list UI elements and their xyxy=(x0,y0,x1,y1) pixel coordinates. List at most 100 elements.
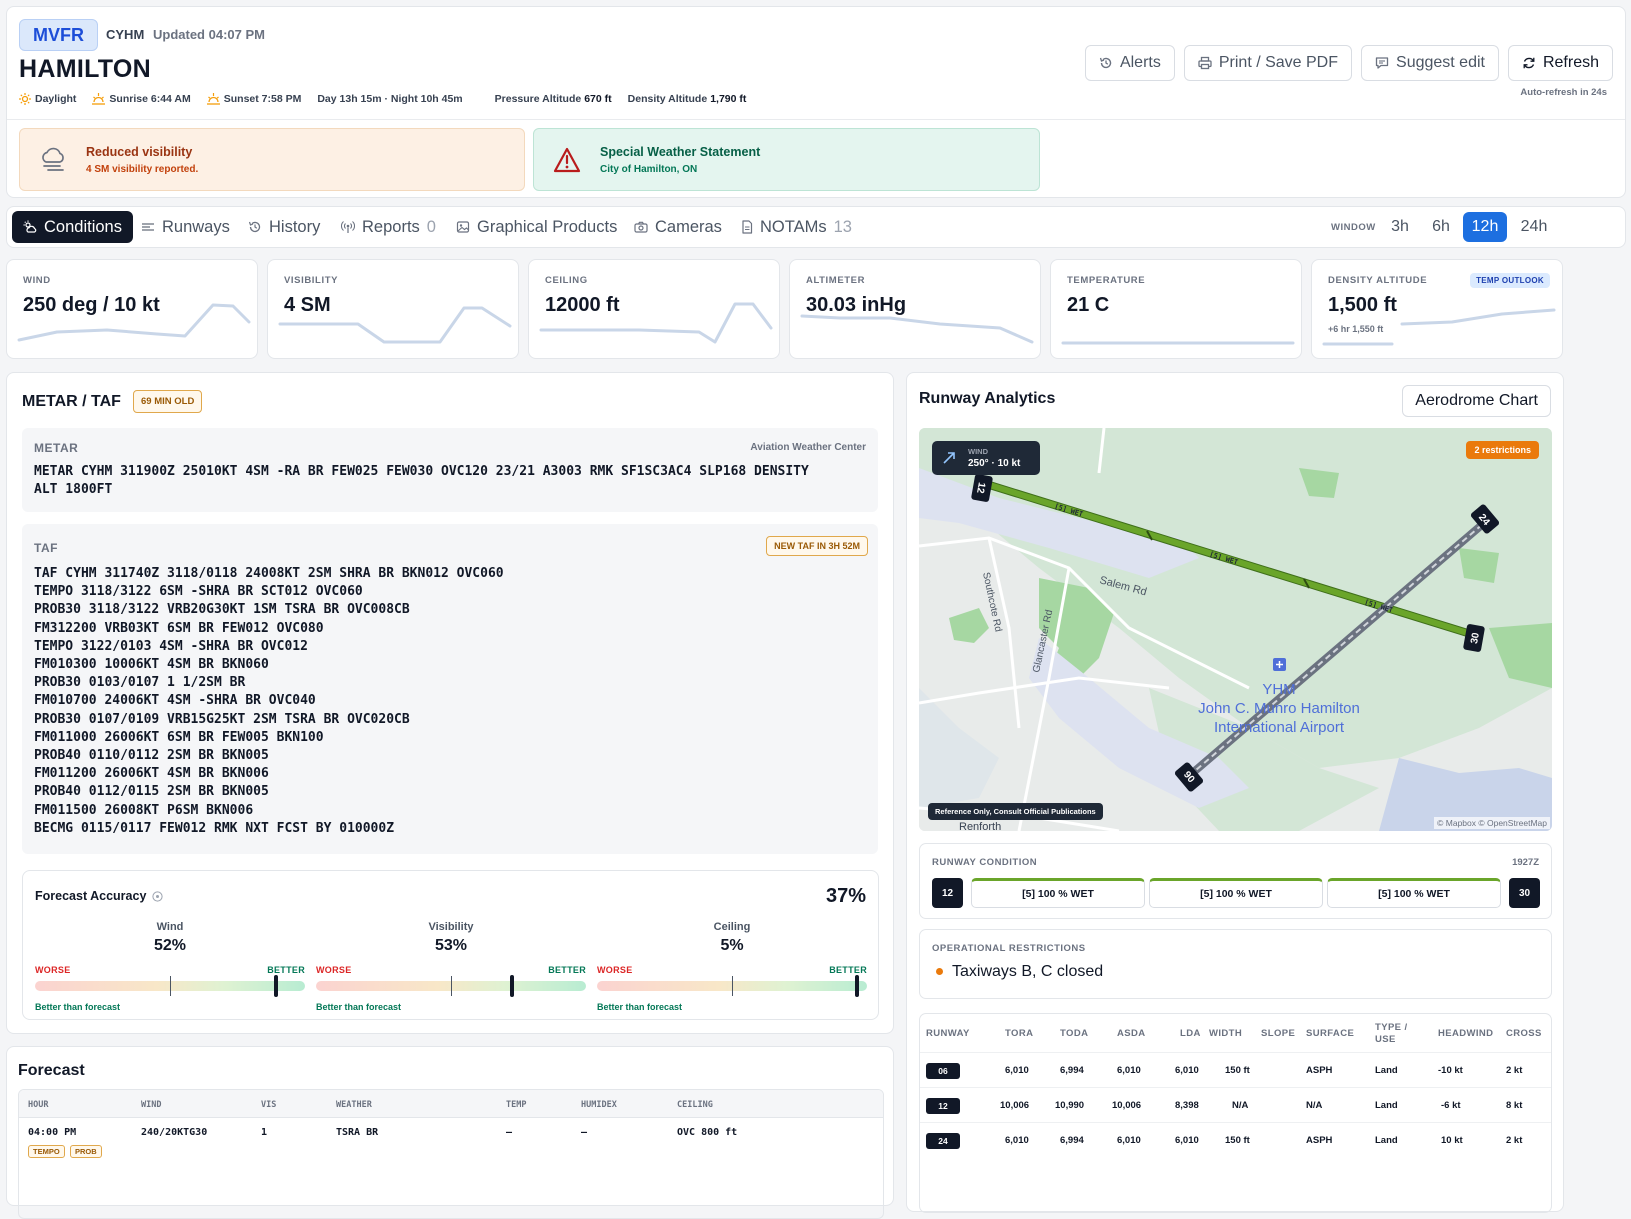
runway-analytics-panel: Runway Analytics Aerodrome Chart Salem R… xyxy=(906,372,1564,1213)
taf-label: TAF xyxy=(34,541,58,555)
airport-map[interactable]: Salem Rd Southcote Rd Glancaster Rd Renf… xyxy=(919,428,1552,831)
accuracy-marker xyxy=(510,975,515,997)
window-6h-button[interactable]: 6h xyxy=(1424,212,1458,242)
wind-indicator: WIND 250° · 10 kt xyxy=(932,441,1040,475)
taf-box: TAF NEW TAF IN 3H 52M TAF CYHM 311740Z 3… xyxy=(22,524,878,854)
column-header: HOUR xyxy=(28,1100,49,1110)
metar-text[interactable]: METAR CYHM 311900Z 25010KT 4SM -RA BR FE… xyxy=(34,463,809,499)
metric-card-wind[interactable]: WIND 250 deg / 10 kt xyxy=(6,259,258,359)
tab-conditions[interactable]: Conditions xyxy=(12,211,133,243)
density-altitude-sparkline xyxy=(1322,308,1556,346)
metric-card-density-altitude[interactable]: DENSITY ALTITUDE TEMP OUTLOOK 1,500 ft +… xyxy=(1311,259,1563,359)
sun-icon xyxy=(19,93,31,105)
info-icon[interactable] xyxy=(152,890,164,902)
accuracy-label: Visibility xyxy=(428,921,474,933)
accuracy-marker xyxy=(274,975,279,997)
refresh-icon xyxy=(1523,57,1535,69)
column-header: TODA xyxy=(1060,1028,1089,1039)
runway-start-badge: 12 xyxy=(932,878,963,908)
tab-notams[interactable]: NOTAMs 13 xyxy=(741,211,852,243)
wind-sparkline xyxy=(17,303,251,342)
column-header: SLOPE xyxy=(1261,1028,1296,1039)
altimeter-sparkline xyxy=(800,314,1034,344)
column-header: HEADWIND xyxy=(1438,1028,1494,1039)
prob-tag: PROB xyxy=(70,1145,102,1158)
tab-reports[interactable]: Reports 0 xyxy=(341,211,436,243)
column-header: TEMP xyxy=(506,1100,527,1110)
sunrise-icon xyxy=(92,93,106,105)
runway-badge: 24 xyxy=(926,1133,960,1149)
worse-label: WORSE xyxy=(316,965,352,975)
tab-history[interactable]: History xyxy=(248,211,320,243)
metric-label: VISIBILITY xyxy=(284,275,339,286)
column-header: CROSS xyxy=(1506,1028,1542,1039)
runway-condition-card: RUNWAY CONDITION 1927Z 12 [5] 100 % WET … xyxy=(919,843,1552,919)
accuracy-bar xyxy=(316,975,586,997)
metric-card-ceiling[interactable]: CEILING 12000 ft xyxy=(528,259,780,359)
map-canvas[interactable]: Salem Rd Southcote Rd Glancaster Rd Renf… xyxy=(919,428,1552,831)
metric-card-temperature[interactable]: TEMPERATURE 21 C xyxy=(1050,259,1302,359)
restrictions-label: OPERATIONAL RESTRICTIONS xyxy=(932,943,1086,954)
runway-badge: 06 xyxy=(926,1063,960,1079)
column-header: TORA xyxy=(1005,1028,1034,1039)
temperature-sparkline xyxy=(1061,341,1295,345)
accuracy-value: 53% xyxy=(434,937,468,954)
accuracy-wind: Wind 52% WORSE BETTER Better than foreca… xyxy=(35,921,305,1012)
accuracy-note: Better than forecast xyxy=(35,1002,121,1012)
metric-label: DENSITY ALTITUDE xyxy=(1328,275,1428,286)
metric-label: CEILING xyxy=(545,275,588,286)
restrictions-badge[interactable]: 2 restrictions xyxy=(1466,441,1539,459)
temp-outlook-badge: TEMP OUTLOOK xyxy=(1470,273,1550,288)
accuracy-label: Ceiling xyxy=(713,921,751,933)
panel-title: Forecast xyxy=(18,1062,85,1079)
runway-third-condition[interactable]: [5] 100 % WET xyxy=(971,878,1145,908)
accuracy-value: 5% xyxy=(720,937,744,954)
column-header: LDA xyxy=(1180,1028,1201,1039)
pressure-altitude: Pressure Altitude 670 ft xyxy=(494,93,612,105)
airport-name-label: John C. Munro Hamilton xyxy=(1198,700,1360,717)
history-icon xyxy=(248,221,261,233)
suggest-edit-button[interactable]: Suggest edit xyxy=(1361,45,1499,81)
metric-card-altimeter[interactable]: ALTIMETER 30.03 inHg xyxy=(789,259,1041,359)
reports-count: 0 xyxy=(426,217,436,236)
panel-title: Runway Analytics xyxy=(919,390,1056,407)
metar-label: METAR xyxy=(34,441,79,455)
updated-time: Updated 04:07 PM xyxy=(153,27,265,42)
accuracy-note: Better than forecast xyxy=(597,1002,683,1012)
sunset-icon xyxy=(206,93,220,105)
aerodrome-chart-button[interactable]: Aerodrome Chart xyxy=(1402,385,1551,417)
table-row[interactable]: 12 10,006 10,990 10,006 8,398 N/A N/A La… xyxy=(920,1087,1551,1122)
map-attribution[interactable]: © Mapbox © OpenStreetMap xyxy=(1434,817,1550,829)
table-row[interactable]: 24 6,010 6,994 6,010 6,010 150 ft ASPH L… xyxy=(920,1122,1551,1157)
tab-runways[interactable]: Runways xyxy=(141,211,230,243)
station-name: HAMILTON xyxy=(19,55,152,83)
accuracy-note: Better than forecast xyxy=(316,1002,402,1012)
alert-special-weather-statement[interactable]: Special Weather Statement City of Hamilt… xyxy=(533,128,1040,191)
bar-midline xyxy=(732,976,733,996)
window-24h-button[interactable]: 24h xyxy=(1512,212,1556,242)
alert-reduced-visibility[interactable]: Reduced visibility 4 SM visibility repor… xyxy=(19,128,525,191)
panel-title: METAR / TAF xyxy=(22,393,121,410)
auto-refresh-countdown: Auto-refresh in 24s xyxy=(1520,87,1607,98)
better-label: BETTER xyxy=(829,965,867,975)
tab-cameras[interactable]: Cameras xyxy=(634,211,722,243)
airport-name-label: International Airport xyxy=(1214,719,1345,736)
alerts-button[interactable]: Alerts xyxy=(1084,45,1175,81)
station-icao: CYHM xyxy=(106,27,145,42)
table-row[interactable]: 06 6,010 6,994 6,010 6,010 150 ft ASPH L… xyxy=(920,1052,1551,1087)
bullet-dot xyxy=(936,968,943,975)
runway-third-condition[interactable]: [5] 100 % WET xyxy=(1149,878,1323,908)
refresh-button[interactable]: Refresh xyxy=(1507,45,1613,81)
column-header: HUMIDEX xyxy=(581,1100,617,1110)
alert-title: Reduced visibility xyxy=(86,144,193,159)
accuracy-ceiling: Ceiling 5% WORSE BETTER Better than fore… xyxy=(597,921,867,1012)
window-3h-button[interactable]: 3h xyxy=(1384,212,1416,242)
radio-icon xyxy=(341,221,355,233)
print-button[interactable]: Print / Save PDF xyxy=(1183,45,1353,81)
tab-graphical-products[interactable]: Graphical Products xyxy=(456,211,617,243)
taf-text[interactable]: TAF CYHM 311740Z 3118/0118 24008KT 2SM S… xyxy=(34,565,504,838)
window-12h-button[interactable]: 12h xyxy=(1463,212,1507,242)
metric-card-visibility[interactable]: VISIBILITY 4 SM xyxy=(267,259,519,359)
notams-count: 13 xyxy=(833,217,852,236)
runway-third-condition[interactable]: [5] 100 % WET xyxy=(1327,878,1501,908)
